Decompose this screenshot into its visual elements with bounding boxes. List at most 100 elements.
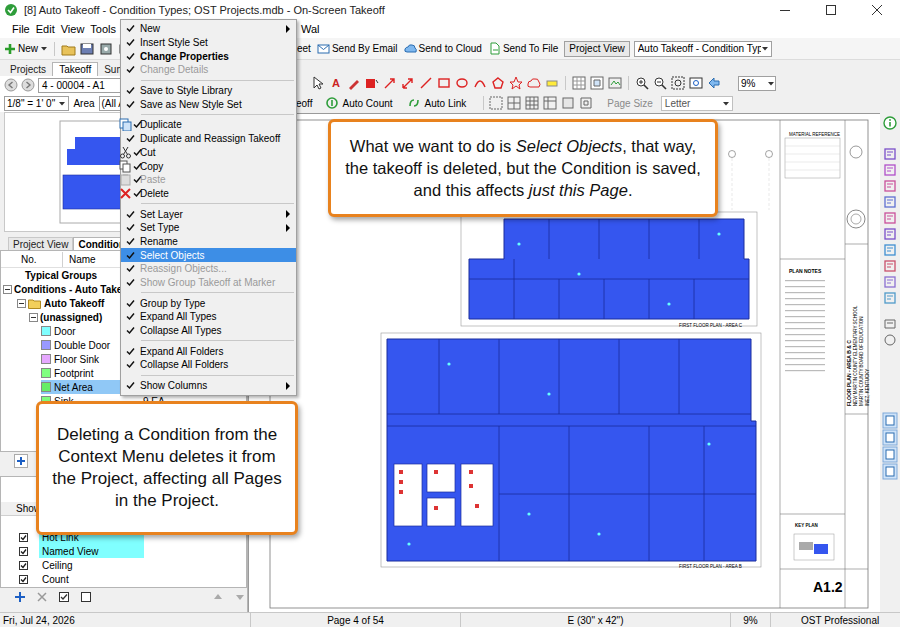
- layer-checkbox[interactable]: [19, 533, 28, 542]
- menu-item-label[interactable]: Change Properties: [140, 51, 229, 62]
- sheet-button[interactable]: eet: [297, 41, 311, 56]
- menu-item-label[interactable]: Duplicate: [140, 119, 182, 130]
- context-menu-item[interactable]: Collapse All Types: [121, 324, 296, 338]
- scale-select[interactable]: 1/8" = 1' 0": [4, 96, 69, 111]
- toolbar-button-label[interactable]: Auto Count: [343, 96, 393, 111]
- pointer-icon[interactable]: [310, 75, 326, 91]
- star-icon[interactable]: [508, 75, 524, 91]
- context-menu-item[interactable]: New: [121, 22, 296, 36]
- add-condition-icon[interactable]: [14, 454, 28, 468]
- menu-item-label[interactable]: Delete: [140, 188, 169, 199]
- tree-item-label[interactable]: Floor Sink: [54, 352, 99, 367]
- side-tool-icon[interactable]: [883, 242, 897, 258]
- remove-layer-icon[interactable]: [36, 591, 48, 603]
- zoom-window-icon[interactable]: [688, 75, 704, 91]
- context-menu-item[interactable]: Change Properties: [121, 49, 296, 63]
- context-menu-item[interactable]: Expand All Types: [121, 310, 296, 324]
- context-menu-item[interactable]: Set Layer: [121, 207, 296, 221]
- menu-item-label[interactable]: Save to Style Library: [140, 85, 232, 96]
- polygon-icon[interactable]: [490, 75, 506, 91]
- expander-icon[interactable]: [3, 285, 12, 294]
- layout-tool-icon[interactable]: [542, 95, 558, 111]
- image-icon[interactable]: [607, 75, 623, 91]
- side-tool-icon[interactable]: [883, 210, 897, 226]
- double-arrow-icon[interactable]: [400, 75, 416, 91]
- expander-icon[interactable]: [17, 299, 26, 308]
- zoom-value[interactable]: 9%: [741, 76, 767, 91]
- tree-item-label[interactable]: Net Area: [54, 380, 93, 395]
- move-down-icon[interactable]: [234, 591, 246, 603]
- layer-checkbox[interactable]: [19, 547, 28, 556]
- panel-tab[interactable]: Takeoff: [52, 62, 98, 76]
- tree-item-label[interactable]: Footprint: [54, 366, 93, 381]
- layer-checkbox[interactable]: [19, 561, 28, 570]
- context-menu-item[interactable]: Duplicate: [121, 118, 296, 132]
- menu-item[interactable]: Tools: [87, 21, 119, 38]
- side-tool-icon[interactable]: [883, 178, 897, 194]
- menu-item-label[interactable]: Rename: [140, 236, 178, 247]
- close-icon[interactable]: [854, 0, 900, 20]
- toolbar-button-label[interactable]: Send To File: [503, 41, 558, 56]
- context-menu-item[interactable]: Set Type: [121, 221, 296, 235]
- column-header[interactable]: Name: [63, 252, 96, 267]
- menu-item-label[interactable]: Insert Style Set: [140, 37, 208, 48]
- zoom-fit-icon[interactable]: [670, 75, 686, 91]
- context-menu-item[interactable]: Cut: [121, 146, 296, 160]
- context-menu-item[interactable]: Group by Type: [121, 296, 296, 310]
- menu-item[interactable]: Wal: [298, 21, 323, 38]
- text-tool-icon[interactable]: A: [328, 75, 344, 92]
- menu-item[interactable]: File: [9, 21, 33, 38]
- takeoff-button[interactable]: eoff: [296, 96, 313, 111]
- panel-toggle-icon[interactable]: [882, 463, 898, 480]
- layer-row[interactable]: Count: [1, 572, 246, 586]
- tree-item-label[interactable]: Conditions - Auto Takeoff: [14, 282, 135, 297]
- new-label[interactable]: New: [18, 41, 38, 56]
- context-menu-item[interactable]: Duplicate and Reassign Takeoff: [121, 132, 296, 146]
- move-up-icon[interactable]: [212, 591, 224, 603]
- menu-item-label[interactable]: Set Type: [140, 222, 179, 233]
- side-tool-icon[interactable]: [883, 194, 897, 210]
- side-tool-icon[interactable]: [883, 146, 897, 162]
- menu-item-label[interactable]: Expand All Folders: [140, 346, 223, 357]
- panel-toggle-icon[interactable]: [882, 446, 898, 463]
- layout-tool-icon[interactable]: [506, 95, 522, 111]
- toolbar-button[interactable]: Send To File: [488, 41, 558, 56]
- side-tool-icon[interactable]: [883, 226, 897, 242]
- panel-toggle-icon[interactable]: [882, 429, 898, 446]
- toolbar-button-label[interactable]: Auto Link: [425, 96, 467, 111]
- toolbar-button[interactable]: Auto Link: [407, 96, 467, 111]
- side-tool-icon[interactable]: [883, 258, 897, 274]
- zoom-out-icon[interactable]: [652, 75, 668, 91]
- context-menu-item[interactable]: Rename: [121, 235, 296, 249]
- menu-item-label[interactable]: Save as New Style Set: [140, 99, 242, 110]
- menu-item-label[interactable]: Group by Type: [140, 298, 205, 309]
- expander-icon[interactable]: [29, 313, 38, 322]
- toolbar-button[interactable]: Send to Cloud: [404, 41, 482, 56]
- open-folder-icon[interactable]: [61, 42, 77, 56]
- menu-item-label[interactable]: Cut: [140, 147, 156, 158]
- tree-item-label[interactable]: Door: [54, 324, 76, 339]
- page-size-select[interactable]: Letter: [661, 96, 733, 111]
- scale-select-value[interactable]: 1/8" = 1' 0": [7, 96, 58, 111]
- panel-tab[interactable]: Projects: [4, 62, 52, 76]
- save-icon[interactable]: [99, 42, 115, 56]
- panel-toggle-icon[interactable]: [882, 412, 898, 429]
- menu-item[interactable]: View: [58, 21, 88, 38]
- context-menu-item[interactable]: Save as New Style Set: [121, 97, 296, 111]
- fill-icon[interactable]: [364, 75, 380, 91]
- ellipse-icon[interactable]: [454, 75, 470, 91]
- add-layer-icon[interactable]: [14, 591, 26, 603]
- column-header[interactable]: No.: [1, 252, 63, 267]
- zoom-previous-icon[interactable]: [706, 75, 722, 91]
- minimize-icon[interactable]: [762, 0, 808, 20]
- context-menu-item[interactable]: Show Columns: [121, 379, 296, 393]
- side-tool-icon[interactable]: [883, 332, 897, 348]
- layout-tool-icon[interactable]: [560, 95, 576, 111]
- line-icon[interactable]: [418, 75, 434, 91]
- new-button[interactable]: New: [4, 41, 48, 56]
- tree-item-label[interactable]: Auto Takeoff: [44, 296, 104, 311]
- uncheck-all-icon[interactable]: [80, 591, 92, 603]
- menu-item-label[interactable]: Select Objects: [140, 250, 204, 261]
- menu-item-label[interactable]: Set Layer: [140, 209, 183, 220]
- context-menu-item[interactable]: Collapse All Folders: [121, 358, 296, 372]
